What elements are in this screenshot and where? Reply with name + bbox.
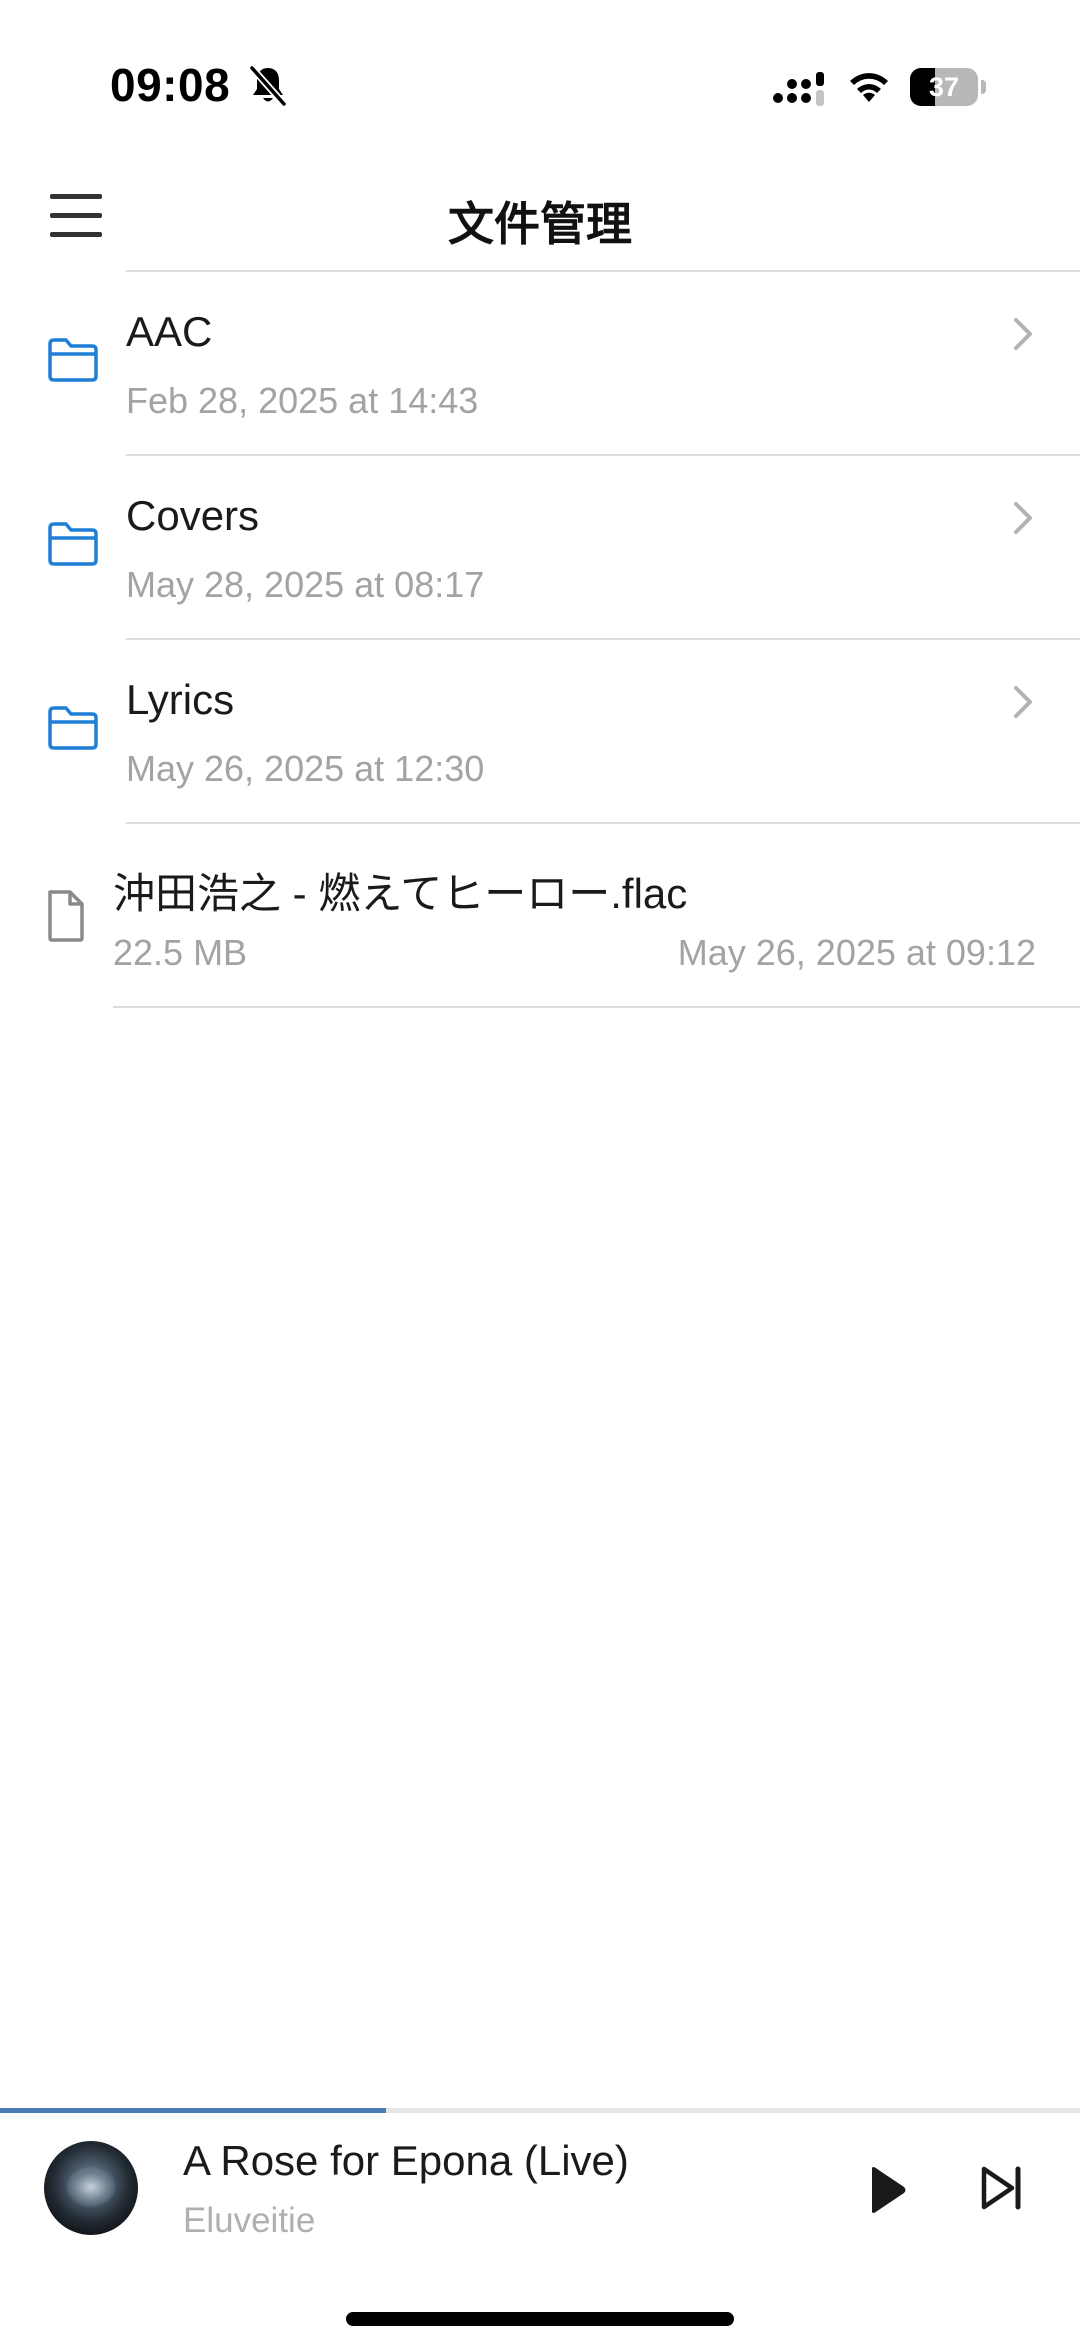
file-row-flac[interactable]: 沖田浩之 - 燃えてヒーロー.flac 22.5 MB May 26, 2025… [0,824,1080,1006]
folder-name: AAC [126,308,213,355]
battery-icon: 37 [910,68,988,106]
wifi-icon [850,73,888,102]
divider [113,1006,1080,1008]
folder-icon [48,522,98,566]
skip-next-icon[interactable] [978,2163,1026,2213]
document-icon [48,890,84,942]
file-date: May 26, 2025 at 09:12 [677,932,1036,973]
cellular-signal-icon [773,72,824,106]
folder-row-lyrics[interactable]: Lyrics May 26, 2025 at 12:30 [0,640,1080,822]
folder-row-covers[interactable]: Covers May 28, 2025 at 08:17 [0,456,1080,638]
folder-icon [48,338,98,382]
battery-level-text: 37 [928,72,960,102]
page-title: 文件管理 [448,198,632,250]
folder-name: Covers [126,492,260,539]
track-title: A Rose for Epona (Live) [183,2137,629,2184]
folder-name: Lyrics [126,676,235,723]
track-artist: Eluveitie [183,2201,316,2240]
file-list: AAC Feb 28, 2025 at 14:43 Covers May 28,… [0,270,1080,1008]
bell-slash-icon [249,65,287,107]
album-art [44,2141,138,2235]
file-size: 22.5 MB [113,932,248,973]
chevron-right-icon [1014,502,1032,534]
folder-date: May 26, 2025 at 12:30 [126,748,485,789]
chevron-right-icon [1014,318,1032,350]
status-bar: 09:08 37 [0,0,1080,170]
folder-row-aac[interactable]: AAC Feb 28, 2025 at 14:43 [0,272,1080,454]
file-name: 沖田浩之 - 燃えてヒーロー.flac [113,870,688,917]
nav-bar: 文件管理 [0,170,1080,270]
status-time: 09:08 [110,59,231,111]
folder-date: Feb 28, 2025 at 14:43 [126,380,479,421]
chevron-right-icon [1014,686,1032,718]
folder-date: May 28, 2025 at 08:17 [126,564,485,605]
mini-player[interactable]: A Rose for Epona (Live) Eluveitie [0,2113,1080,2263]
folder-icon [48,706,98,750]
play-icon[interactable] [862,2163,910,2217]
home-indicator [346,2312,734,2326]
